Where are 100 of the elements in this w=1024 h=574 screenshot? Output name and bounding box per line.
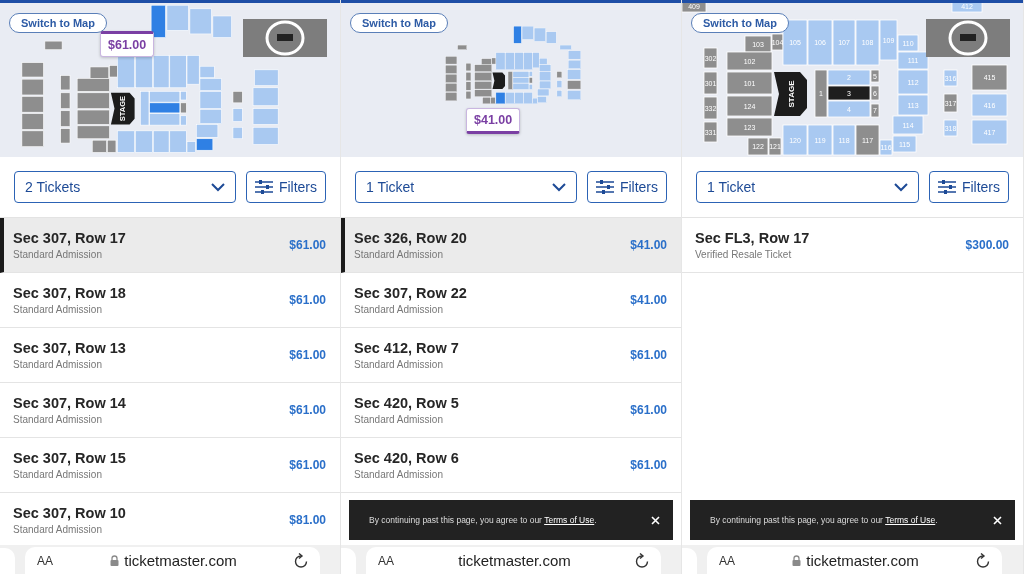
switch-to-map-button[interactable]: Switch to Map bbox=[9, 13, 107, 33]
listing-subtitle: Standard Admission bbox=[13, 414, 103, 425]
listing-subtitle: Standard Admission bbox=[354, 359, 444, 370]
seat-section[interactable] bbox=[91, 139, 107, 153]
browser-tab-edge bbox=[682, 548, 697, 574]
ticket-listing[interactable]: Sec 326, Row 20 Standard Admission $41.00 bbox=[341, 218, 681, 273]
listing-price: $61.00 bbox=[289, 403, 326, 417]
switch-to-map-button[interactable]: Switch to Map bbox=[350, 13, 448, 33]
listing-subtitle: Verified Resale Ticket bbox=[695, 249, 793, 260]
seat-section[interactable] bbox=[445, 65, 458, 74]
seat-section[interactable] bbox=[513, 26, 522, 44]
seat-section[interactable] bbox=[232, 91, 243, 104]
seat-section[interactable] bbox=[507, 71, 513, 90]
seat-section[interactable] bbox=[445, 74, 458, 83]
seat-section[interactable] bbox=[21, 62, 44, 78]
chevron-down-icon bbox=[551, 182, 566, 192]
ticket-quantity-dropdown[interactable]: 1 Ticket bbox=[355, 171, 577, 203]
seat-section[interactable] bbox=[135, 55, 153, 89]
listing-subtitle: Standard Admission bbox=[354, 469, 444, 480]
seat-section[interactable] bbox=[474, 81, 492, 90]
listing-price: $61.00 bbox=[630, 403, 667, 417]
text-size-button[interactable]: AA bbox=[37, 553, 53, 568]
seat-section[interactable] bbox=[465, 72, 472, 81]
seat-section[interactable] bbox=[149, 102, 181, 114]
seat-section[interactable] bbox=[529, 77, 533, 84]
reload-icon[interactable] bbox=[976, 553, 990, 568]
listing-price: $61.00 bbox=[289, 458, 326, 472]
seat-section[interactable] bbox=[180, 102, 187, 114]
seat-section[interactable] bbox=[465, 63, 472, 71]
ticket-quantity-dropdown[interactable]: 1 Ticket bbox=[696, 171, 919, 203]
stage-shape bbox=[492, 72, 505, 90]
close-icon bbox=[651, 515, 660, 525]
ticket-listing[interactable]: Sec 307, Row 22 Standard Admission $41.00 bbox=[341, 273, 681, 328]
seat-section[interactable] bbox=[109, 65, 118, 78]
seat-section[interactable] bbox=[76, 125, 110, 140]
filters-button[interactable]: Filters bbox=[586, 171, 667, 203]
seat-section[interactable] bbox=[21, 113, 44, 130]
sliders-icon bbox=[937, 180, 956, 194]
seat-section[interactable] bbox=[490, 97, 496, 104]
seat-section[interactable] bbox=[474, 64, 492, 72]
seat-section[interactable] bbox=[76, 78, 110, 92]
ticket-listing[interactable]: Sec 420, Row 5 Standard Admission $61.00 bbox=[341, 383, 681, 438]
seat-section[interactable] bbox=[60, 92, 71, 109]
listing-title: Sec 307, Row 17 bbox=[13, 230, 126, 246]
sliders-icon bbox=[254, 180, 273, 194]
seat-section[interactable] bbox=[21, 130, 44, 147]
seat-section[interactable] bbox=[491, 57, 497, 65]
listing-subtitle: Standard Admission bbox=[354, 249, 444, 260]
seat-section[interactable] bbox=[21, 78, 44, 96]
switch-to-map-button[interactable]: Switch to Map bbox=[691, 13, 789, 33]
seat-section[interactable] bbox=[107, 139, 117, 153]
seat-section[interactable] bbox=[60, 75, 71, 91]
ticket-listing[interactable]: Sec FL3, Row 17 Verified Resale Ticket $300.00 bbox=[682, 218, 1023, 273]
text-size-button[interactable]: AA bbox=[719, 553, 735, 568]
seat-section[interactable] bbox=[60, 110, 71, 127]
ticket-listing[interactable]: Sec 307, Row 18 Standard Admission $61.00 bbox=[0, 273, 340, 328]
seat-section[interactable] bbox=[495, 92, 506, 104]
ticket-listing[interactable]: Sec 307, Row 14 Standard Admission $61.00 bbox=[0, 383, 340, 438]
ticket-listing[interactable]: Sec 307, Row 17 Standard Admission $61.00 bbox=[0, 218, 340, 273]
seat-section[interactable] bbox=[150, 4, 166, 38]
seat-section[interactable] bbox=[21, 96, 44, 113]
seat-section[interactable] bbox=[474, 72, 492, 81]
seat-section[interactable] bbox=[76, 109, 110, 125]
seat-section[interactable] bbox=[89, 66, 110, 79]
ticket-listing[interactable]: Sec 307, Row 13 Standard Admission $61.00 bbox=[0, 328, 340, 383]
address-bar[interactable]: AA ticketmaster.com bbox=[25, 547, 320, 574]
seat-section[interactable] bbox=[465, 91, 472, 100]
seat-section[interactable] bbox=[556, 71, 562, 78]
reload-icon[interactable] bbox=[294, 553, 308, 568]
seat-section[interactable] bbox=[481, 58, 492, 65]
ticket-listing[interactable]: Sec 420, Row 6 Standard Admission $61.00 bbox=[341, 438, 681, 493]
listing-price: $61.00 bbox=[289, 238, 326, 252]
address-bar[interactable]: AA ticketmaster.com bbox=[366, 547, 661, 574]
seat-section[interactable] bbox=[44, 40, 63, 50]
listing-title: Sec 307, Row 13 bbox=[13, 340, 126, 356]
seat-section[interactable] bbox=[117, 55, 135, 89]
seat-section[interactable] bbox=[60, 128, 71, 144]
seat-section[interactable] bbox=[457, 44, 467, 50]
seat-section[interactable] bbox=[445, 56, 458, 65]
text-size-button[interactable]: AA bbox=[378, 553, 394, 568]
stage-shape: STAGE bbox=[774, 72, 807, 116]
seat-section[interactable] bbox=[445, 92, 458, 101]
seat-section[interactable] bbox=[567, 80, 581, 90]
filters-button[interactable]: Filters bbox=[245, 171, 326, 203]
consent-text: By continuing past this page, you agree to our Terms of Use. bbox=[369, 515, 597, 525]
seat-section[interactable] bbox=[474, 89, 492, 97]
reload-icon[interactable] bbox=[635, 553, 649, 568]
seat-section[interactable] bbox=[482, 97, 491, 104]
ticket-listing[interactable]: Sec 412, Row 7 Standard Admission $61.00 bbox=[341, 328, 681, 383]
seat-section[interactable] bbox=[196, 138, 214, 151]
seat-section[interactable] bbox=[76, 92, 110, 109]
ticket-quantity-dropdown[interactable]: 2 Tickets bbox=[14, 171, 236, 203]
listing-subtitle: Standard Admission bbox=[354, 304, 444, 315]
url-text: ticketmaster.com bbox=[458, 552, 571, 569]
seat-section[interactable] bbox=[465, 81, 472, 91]
ticket-listing[interactable]: Sec 307, Row 15 Standard Admission $61.00 bbox=[0, 438, 340, 493]
listing-title: Sec 420, Row 6 bbox=[354, 450, 459, 466]
filters-button[interactable]: Filters bbox=[928, 171, 1009, 203]
seat-section[interactable] bbox=[445, 83, 458, 92]
address-bar[interactable]: AA ticketmaster.com bbox=[707, 547, 1002, 574]
